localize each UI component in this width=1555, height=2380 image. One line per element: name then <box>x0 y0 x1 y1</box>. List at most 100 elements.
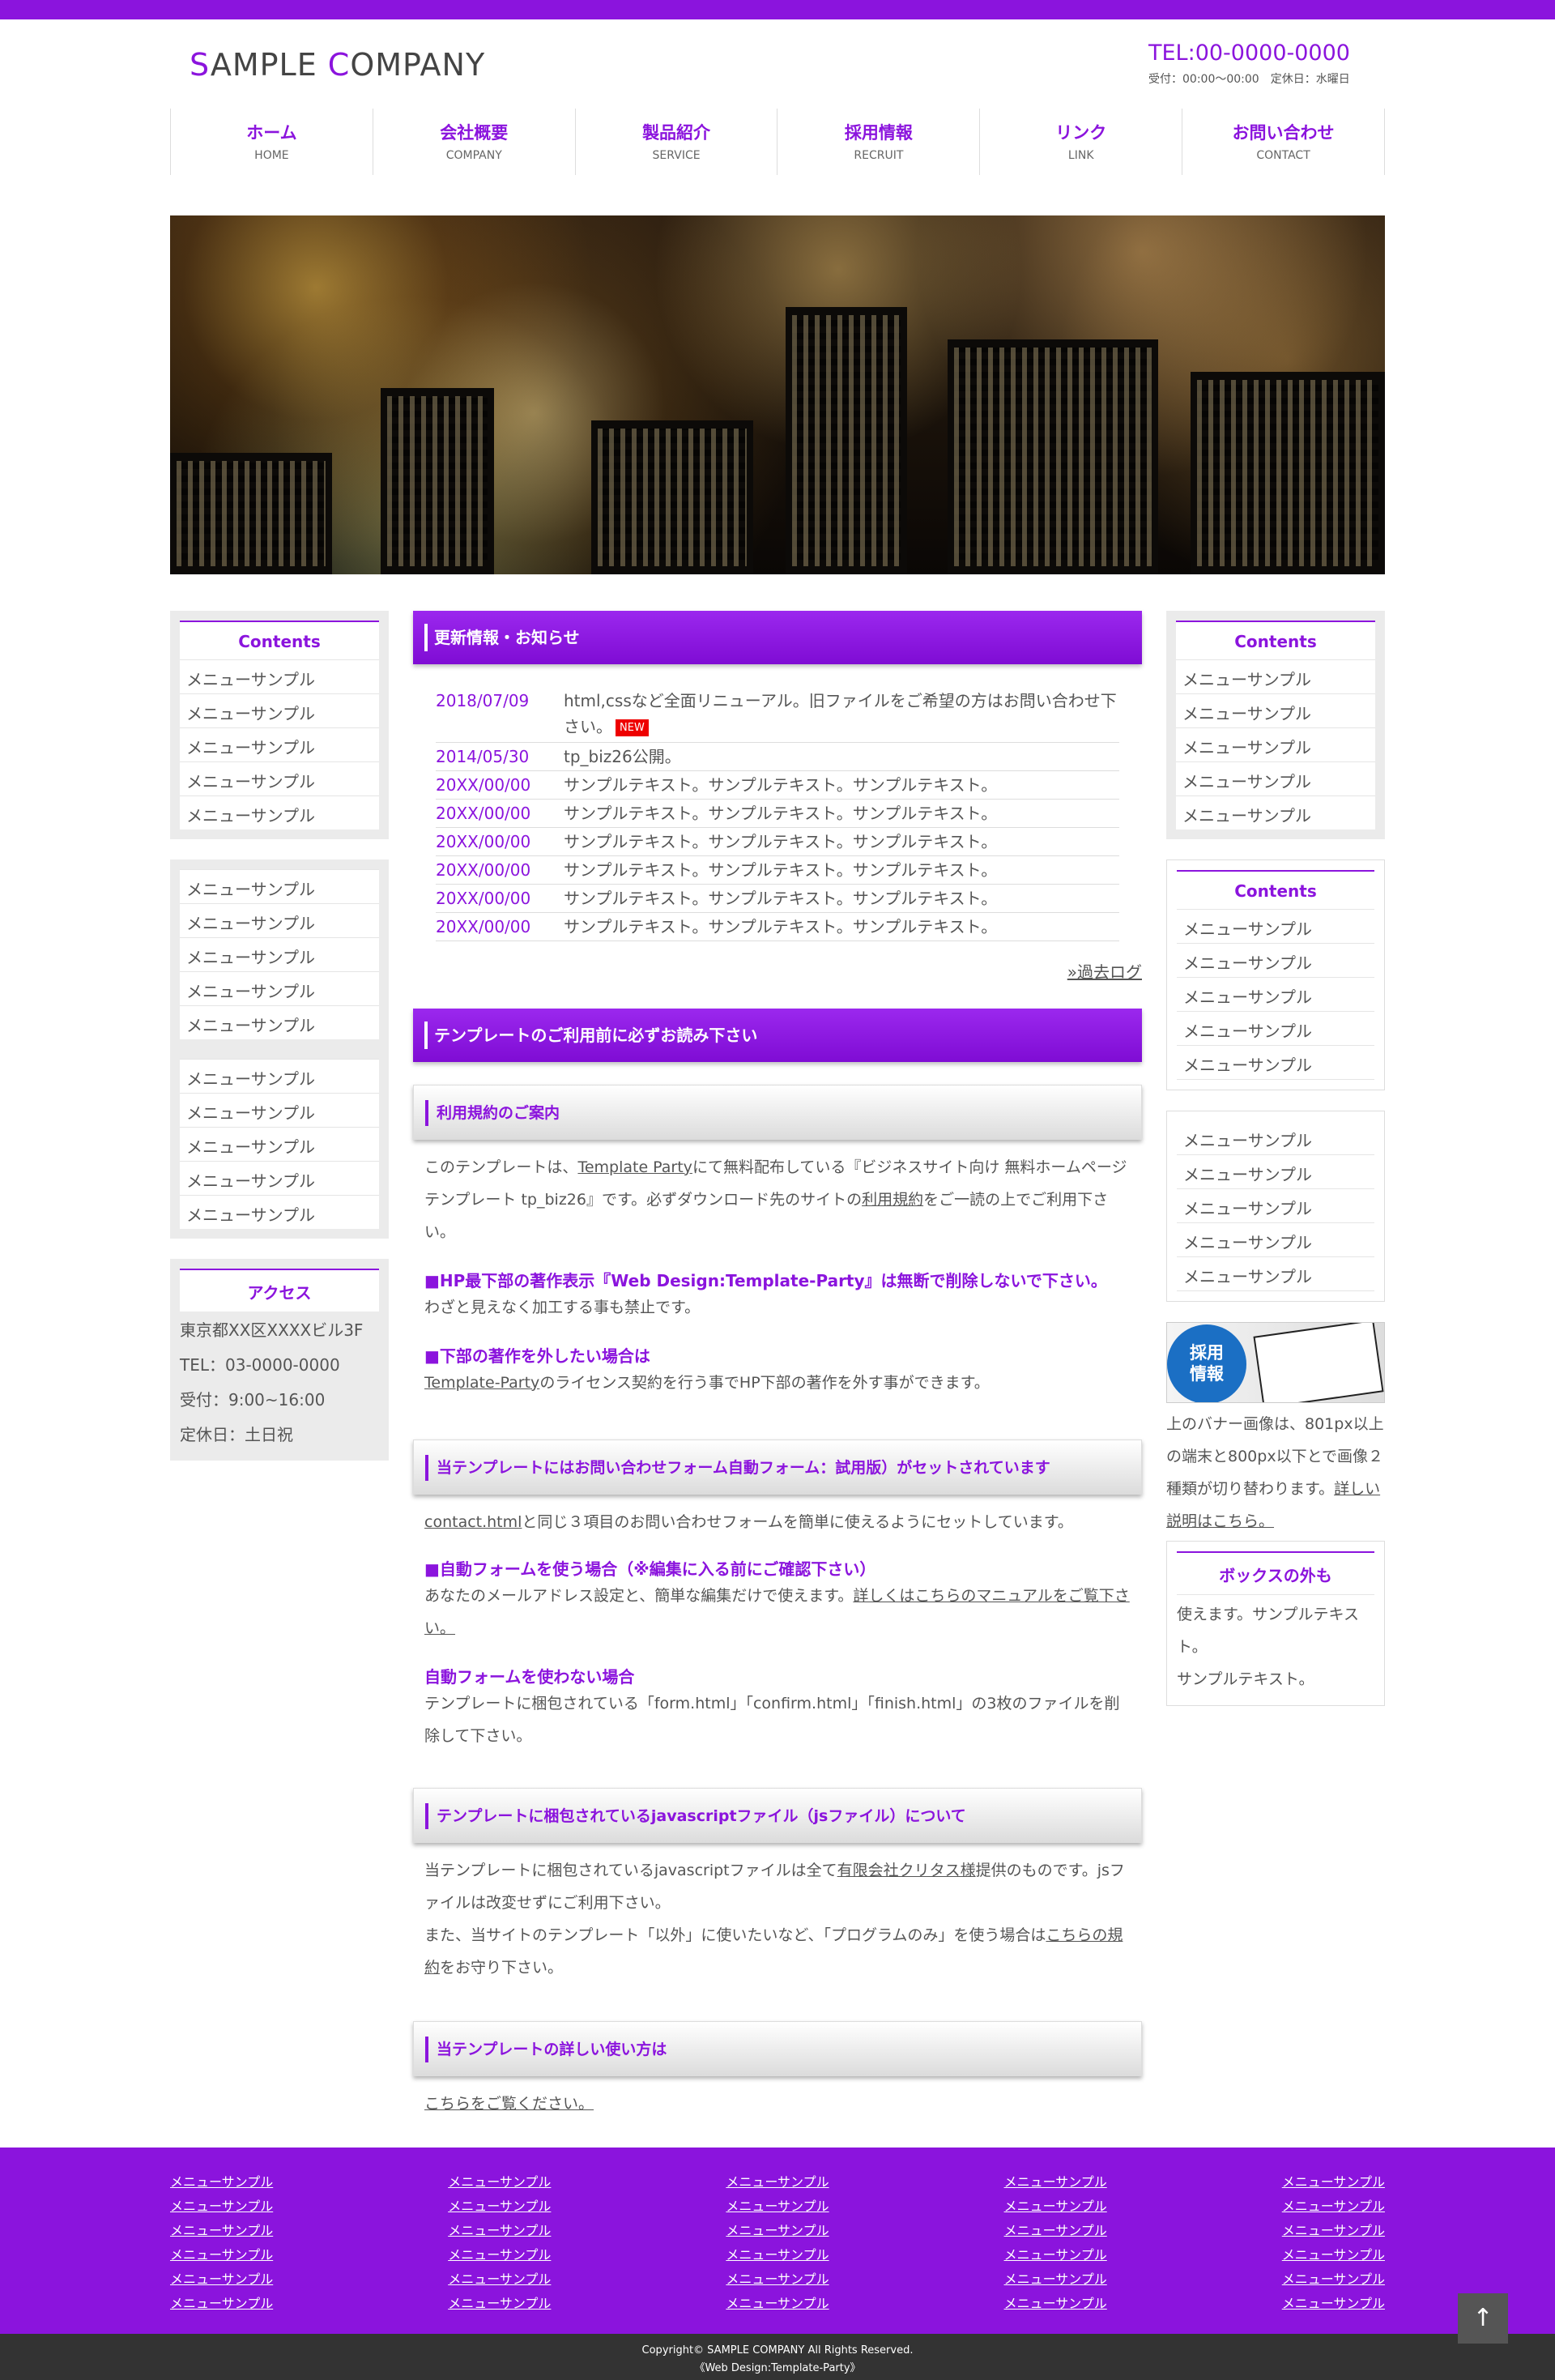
hero-building <box>948 339 1158 574</box>
nav-recruit[interactable]: 採用情報 RECRUIT <box>777 109 979 175</box>
footer-link[interactable]: メニューサンプル <box>1282 2170 1385 2194</box>
footer-link[interactable]: メニューサンプル <box>1004 2194 1107 2219</box>
menu-item[interactable]: メニューサンプル <box>1176 795 1375 830</box>
footer-link[interactable]: メニューサンプル <box>1004 2219 1107 2243</box>
nav-service[interactable]: 製品紹介 SERVICE <box>574 109 778 175</box>
menu-item[interactable]: メニューサンプル <box>1177 944 1374 978</box>
footer-link[interactable]: メニューサンプル <box>726 2170 829 2194</box>
menu-item[interactable]: メニューサンプル <box>180 1127 379 1161</box>
footer-link[interactable]: メニューサンプル <box>1004 2243 1107 2267</box>
news-text: サンプルテキスト。サンプルテキスト。サンプルテキスト。 <box>564 916 998 936</box>
footer-link[interactable]: メニューサンプル <box>170 2267 273 2292</box>
hero-building <box>591 420 753 574</box>
copyright-notice-heading: ■HP最下部の著作表示『Web Design:Template-Party』は無… <box>424 1270 1107 1290</box>
footer-link[interactable]: メニューサンプル <box>170 2170 273 2194</box>
menu-item[interactable]: メニューサンプル <box>1176 659 1375 693</box>
menu-item[interactable]: メニューサンプル <box>1176 727 1375 761</box>
howto-link[interactable]: こちらをご覧ください。 <box>424 2095 594 2113</box>
nav-contact[interactable]: お問い合わせ CONTACT <box>1182 109 1384 175</box>
menu-item[interactable]: メニューサンプル <box>180 903 379 937</box>
contact-html-link[interactable]: contact.html <box>424 1513 522 1531</box>
header-hours: 受付：00:00～00:00 定休日：水曜日 <box>1148 73 1350 86</box>
page-top-button[interactable]: ↑ <box>1458 2293 1508 2344</box>
footer-link[interactable]: メニューサンプル <box>726 2292 829 2316</box>
auto-form-heading: ■自動フォームを使う場合（※編集に入る前にご確認下さい） <box>424 1559 876 1579</box>
menu-item[interactable]: メニューサンプル <box>1177 978 1374 1012</box>
menu-item[interactable]: メニューサンプル <box>180 971 379 1005</box>
nav-home[interactable]: ホーム HOME <box>170 109 373 175</box>
menu-item[interactable]: メニューサンプル <box>180 693 379 727</box>
copyright-text: Copyright© SAMPLE COMPANY All Rights Res… <box>641 2344 914 2357</box>
auto-form-text: あなたのメールアドレス設定と、簡単な編集だけで使えます。詳しくはこちらのマニュア… <box>413 1580 1142 1644</box>
footer-link[interactable]: メニューサンプル <box>1282 2267 1385 2292</box>
footer-link[interactable]: メニューサンプル <box>726 2243 829 2267</box>
footer-link[interactable]: メニューサンプル <box>170 2194 273 2219</box>
menu-item[interactable]: メニューサンプル <box>1177 1189 1374 1223</box>
left-menu-2: メニューサンプル メニューサンプル メニューサンプル メニューサンプル メニュー… <box>180 869 379 1039</box>
menu-item[interactable]: メニューサンプル <box>1177 910 1374 944</box>
nav-company[interactable]: 会社概要 COMPANY <box>372 109 575 175</box>
footer-link[interactable]: メニューサンプル <box>1282 2292 1385 2316</box>
past-log-row: »過去ログ <box>413 959 1142 983</box>
footer-column: メニューサンプル メニューサンプル メニューサンプル メニューサンプル メニュー… <box>1282 2170 1385 2316</box>
menu-item[interactable]: メニューサンプル <box>180 1059 379 1093</box>
menu-item[interactable]: メニューサンプル <box>180 795 379 830</box>
news-date: 20XX/00/00 <box>436 774 531 795</box>
menu-item[interactable]: メニューサンプル <box>1177 1012 1374 1046</box>
footer-link[interactable]: メニューサンプル <box>170 2243 273 2267</box>
menu-item[interactable]: メニューサンプル <box>180 1195 379 1229</box>
template-party-link[interactable]: Template Party <box>577 1158 692 1176</box>
footer-link[interactable]: メニューサンプル <box>1282 2243 1385 2267</box>
footer-link[interactable]: メニューサンプル <box>448 2194 551 2219</box>
footer-link[interactable]: メニューサンプル <box>448 2219 551 2243</box>
menu-item[interactable]: メニューサンプル <box>1177 1223 1374 1257</box>
left-menu-1: メニューサンプル メニューサンプル メニューサンプル メニューサンプル メニュー… <box>180 659 379 830</box>
footer-link[interactable]: メニューサンプル <box>1004 2292 1107 2316</box>
menu-item[interactable]: メニューサンプル <box>1177 1155 1374 1189</box>
outside-box-p2: サンプルテキスト。 <box>1177 1670 1314 1688</box>
js-heading: テンプレートに梱包されているjavascriptファイル（jsファイル）について <box>413 1787 1142 1843</box>
footer-link[interactable]: メニューサンプル <box>448 2170 551 2194</box>
menu-item[interactable]: メニューサンプル <box>180 761 379 795</box>
outside-box-text: 使えます。サンプルテキスト。 サンプルテキスト。 <box>1177 1598 1374 1695</box>
terms-link[interactable]: 利用規約 <box>862 1191 923 1209</box>
footer-link[interactable]: メニューサンプル <box>726 2219 829 2243</box>
footer-link[interactable]: メニューサンプル <box>448 2243 551 2267</box>
menu-item[interactable]: メニューサンプル <box>180 937 379 971</box>
footer-link[interactable]: メニューサンプル <box>170 2219 273 2243</box>
news-date: 2018/07/09 <box>436 691 530 710</box>
access-address: 東京都XX区XXXXビル3F <box>180 1320 364 1340</box>
menu-item[interactable]: メニューサンプル <box>1177 1257 1374 1291</box>
company-logo[interactable]: SAMPLE COMPANY <box>190 47 485 83</box>
logo-rest-ompany: OMPANY <box>350 47 486 83</box>
footer-link[interactable]: メニューサンプル <box>1004 2170 1107 2194</box>
footer-link[interactable]: メニューサンプル <box>448 2292 551 2316</box>
menu-item[interactable]: メニューサンプル <box>180 869 379 903</box>
past-log-link[interactable]: »過去ログ <box>1067 962 1142 982</box>
menu-item[interactable]: メニューサンプル <box>1176 693 1375 727</box>
menu-item[interactable]: メニューサンプル <box>180 1161 379 1195</box>
form-paragraph: contact.htmlと同じ３項目のお問い合わせフォームを簡単に使えるようにセ… <box>413 1506 1142 1538</box>
menu-item[interactable]: メニューサンプル <box>180 659 379 693</box>
footer-link[interactable]: メニューサンプル <box>448 2267 551 2292</box>
template-party-license-link[interactable]: Template-Party <box>424 1374 539 1392</box>
menu-item[interactable]: メニューサンプル <box>180 1005 379 1039</box>
footer-link[interactable]: メニューサンプル <box>1282 2219 1385 2243</box>
copyright-bar: Copyright© SAMPLE COMPANY All Rights Res… <box>0 2334 1555 2380</box>
nav-link[interactable]: リンク LINK <box>979 109 1182 175</box>
menu-item[interactable]: メニューサンプル <box>180 727 379 761</box>
recruit-banner[interactable]: 採用 情報 <box>1166 1322 1385 1403</box>
news-date: 20XX/00/00 <box>436 831 531 851</box>
right-contents-box-2: Contents メニューサンプル メニューサンプル メニューサンプル メニュー… <box>1166 859 1385 1090</box>
footer-link[interactable]: メニューサンプル <box>1282 2194 1385 2219</box>
footer-link[interactable]: メニューサンプル <box>1004 2267 1107 2292</box>
right-contents-title: Contents <box>1176 621 1375 659</box>
menu-item[interactable]: メニューサンプル <box>1176 761 1375 795</box>
menu-item[interactable]: メニューサンプル <box>180 1093 379 1127</box>
footer-link[interactable]: メニューサンプル <box>726 2194 829 2219</box>
footer-link[interactable]: メニューサンプル <box>726 2267 829 2292</box>
menu-item[interactable]: メニューサンプル <box>1177 1046 1374 1080</box>
critus-link[interactable]: 有限会社クリタス様 <box>837 1862 976 1879</box>
menu-item[interactable]: メニューサンプル <box>1177 1121 1374 1155</box>
footer-link[interactable]: メニューサンプル <box>170 2292 273 2316</box>
